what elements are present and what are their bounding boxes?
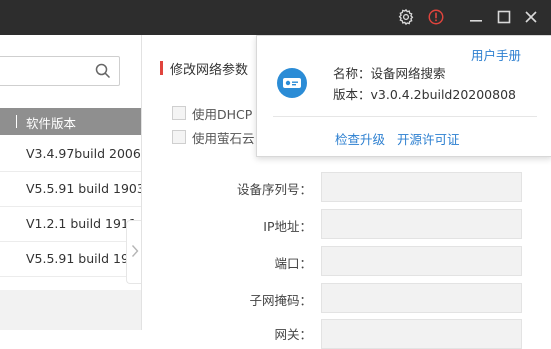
column-header-software-version: 软件版本 <box>26 116 77 131</box>
search-box <box>0 56 120 86</box>
maximize-icon[interactable] <box>494 7 514 27</box>
app-logo-icon <box>276 67 308 99</box>
gateway-field[interactable] <box>321 319 522 349</box>
subnet-mask-label: 子网掩码： <box>249 293 312 308</box>
table-row[interactable]: V3.4.97build 20061 <box>0 137 141 172</box>
column-header[interactable]: 软件版本 <box>0 108 141 135</box>
search-input[interactable] <box>3 62 87 82</box>
close-icon[interactable] <box>521 7 541 27</box>
app-version: 版本：v3.0.4.2build20200808 <box>333 87 516 102</box>
software-version-cell: V5.5.91 build 190 <box>26 251 137 266</box>
device-list-panel: 软件版本 V3.4.97build 20061 V5.5.91 build 19… <box>0 35 141 330</box>
gateway-label: 网关： <box>274 327 312 342</box>
search-icon[interactable] <box>95 63 111 82</box>
minimize-icon[interactable] <box>466 7 486 27</box>
about-popup: 用户手册 名称：设备网络搜索 版本：v3.0.4.2build20200808 … <box>256 35 551 157</box>
software-version-cell: V3.4.97build 20061 <box>26 146 141 161</box>
subnet-mask-field[interactable] <box>321 283 522 313</box>
dhcp-checkbox[interactable] <box>172 106 186 120</box>
serial-number-label: 设备序列号： <box>236 182 312 197</box>
column-separator <box>16 115 17 128</box>
info-icon[interactable] <box>426 7 446 27</box>
popup-divider <box>273 116 537 117</box>
list-footer <box>0 290 141 330</box>
port-field[interactable] <box>321 246 522 276</box>
check-update-link[interactable]: 检查升级 <box>335 129 385 148</box>
port-label: 端口： <box>274 256 312 271</box>
software-version-cell: V5.5.91 build 19031 <box>26 181 141 196</box>
chevron-right-icon <box>131 244 139 261</box>
section-accent-bar <box>160 61 163 75</box>
ip-address-label: IP地址： <box>263 219 312 234</box>
ip-address-field[interactable] <box>321 209 522 239</box>
dhcp-checkbox-label: 使用DHCP <box>192 107 253 122</box>
section-title: 修改网络参数 <box>170 63 249 78</box>
serial-number-field[interactable] <box>321 172 522 202</box>
app-name: 名称：设备网络搜索 <box>333 66 446 81</box>
table-row[interactable]: V5.5.91 build 190 <box>0 242 141 277</box>
ezviz-checkbox[interactable] <box>172 130 186 144</box>
software-version-cell: V1.2.1 build 1911 <box>26 216 137 231</box>
table-row[interactable]: V5.5.91 build 19031 <box>0 172 141 207</box>
ezviz-checkbox-label: 使用萤石云 <box>192 131 255 146</box>
table-row[interactable]: V1.2.1 build 1911 <box>0 207 141 242</box>
title-bar <box>0 0 551 35</box>
user-manual-link[interactable]: 用户手册 <box>471 45 521 64</box>
open-source-license-link[interactable]: 开源许可证 <box>397 129 460 148</box>
gear-icon[interactable] <box>396 7 416 27</box>
